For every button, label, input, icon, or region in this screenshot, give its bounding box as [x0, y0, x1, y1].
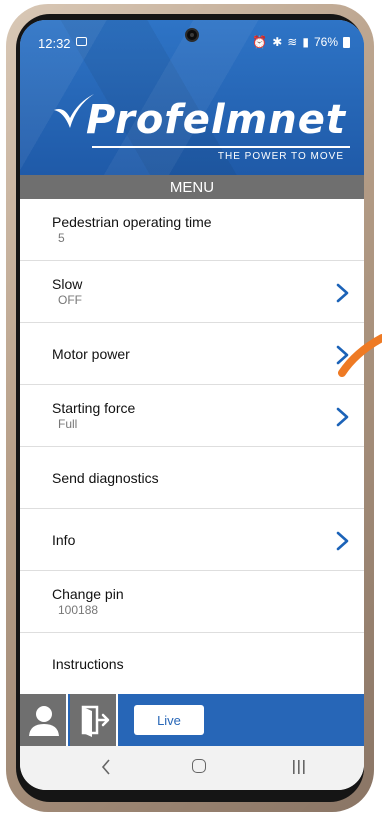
exit-door-icon — [81, 705, 110, 737]
app-screen: 12:32 ⏰ ✱ ≋ ▮ 76% Profelmnet THE POWER T… — [20, 20, 364, 790]
list-item-starting-force[interactable]: Starting force Full — [20, 385, 364, 447]
list-item-value: Full — [58, 417, 78, 431]
user-button[interactable] — [20, 694, 68, 746]
list-item-label: Starting force — [52, 400, 136, 416]
battery-icon — [343, 36, 350, 48]
list-item-label: Change pin — [52, 586, 124, 602]
battery-percent: 76% — [313, 35, 338, 49]
list-item-label: Send diagnostics — [52, 470, 159, 486]
list-item-label: Info — [52, 532, 76, 548]
chevron-right-icon[interactable] — [336, 407, 350, 427]
bottom-toolbar: Live — [20, 694, 364, 746]
list-item-value: 5 — [58, 231, 65, 245]
logout-button[interactable] — [70, 694, 118, 746]
list-item-instructions[interactable]: Instructions — [20, 633, 364, 695]
user-icon — [29, 706, 59, 736]
list-item-label: Motor power — [52, 346, 130, 362]
list-item-value: OFF — [58, 293, 82, 307]
settings-list: Pedestrian operating time 5 Slow OFF Mot… — [20, 199, 364, 695]
wifi-icon: ≋ — [287, 35, 298, 49]
status-icons: ⏰ ✱ ≋ ▮ 76% — [252, 35, 350, 49]
recent-apps-icon[interactable] — [292, 759, 306, 775]
list-item-pedestrian-time[interactable]: Pedestrian operating time 5 — [20, 199, 364, 261]
list-item-slow[interactable]: Slow OFF — [20, 261, 364, 323]
bluetooth-icon: ✱ — [272, 35, 283, 49]
logo-underline — [92, 146, 350, 148]
list-item-label: Instructions — [52, 656, 124, 672]
home-nav-icon[interactable] — [192, 759, 206, 773]
alarm-icon: ⏰ — [252, 35, 268, 49]
android-nav-bar — [20, 746, 364, 790]
back-nav-icon[interactable] — [100, 758, 112, 776]
list-item-label: Pedestrian operating time — [52, 214, 212, 230]
live-button[interactable]: Live — [134, 705, 204, 735]
list-item-motor-power[interactable]: Motor power — [20, 323, 364, 385]
list-item-info[interactable]: Info — [20, 509, 364, 571]
chevron-right-icon[interactable] — [336, 345, 350, 365]
chevron-right-icon[interactable] — [336, 531, 350, 551]
list-item-label: Slow — [52, 276, 83, 292]
list-item-send-diagnostics[interactable]: Send diagnostics — [20, 447, 364, 509]
signal-icon: ▮ — [302, 35, 309, 49]
list-item-value: 100188 — [58, 603, 99, 617]
status-time: 12:32 — [38, 36, 71, 51]
gallery-notification-icon — [76, 37, 87, 46]
chevron-right-icon[interactable] — [336, 283, 350, 303]
brand-logo: Profelmnet — [86, 97, 346, 143]
brand-tagline: THE POWER TO MOVE — [217, 151, 344, 162]
app-header: 12:32 ⏰ ✱ ≋ ▮ 76% Profelmnet THE POWER T… — [20, 20, 364, 175]
list-item-change-pin[interactable]: Change pin 100188 — [20, 571, 364, 633]
front-camera — [185, 28, 199, 42]
menu-header: MENU — [20, 175, 364, 199]
